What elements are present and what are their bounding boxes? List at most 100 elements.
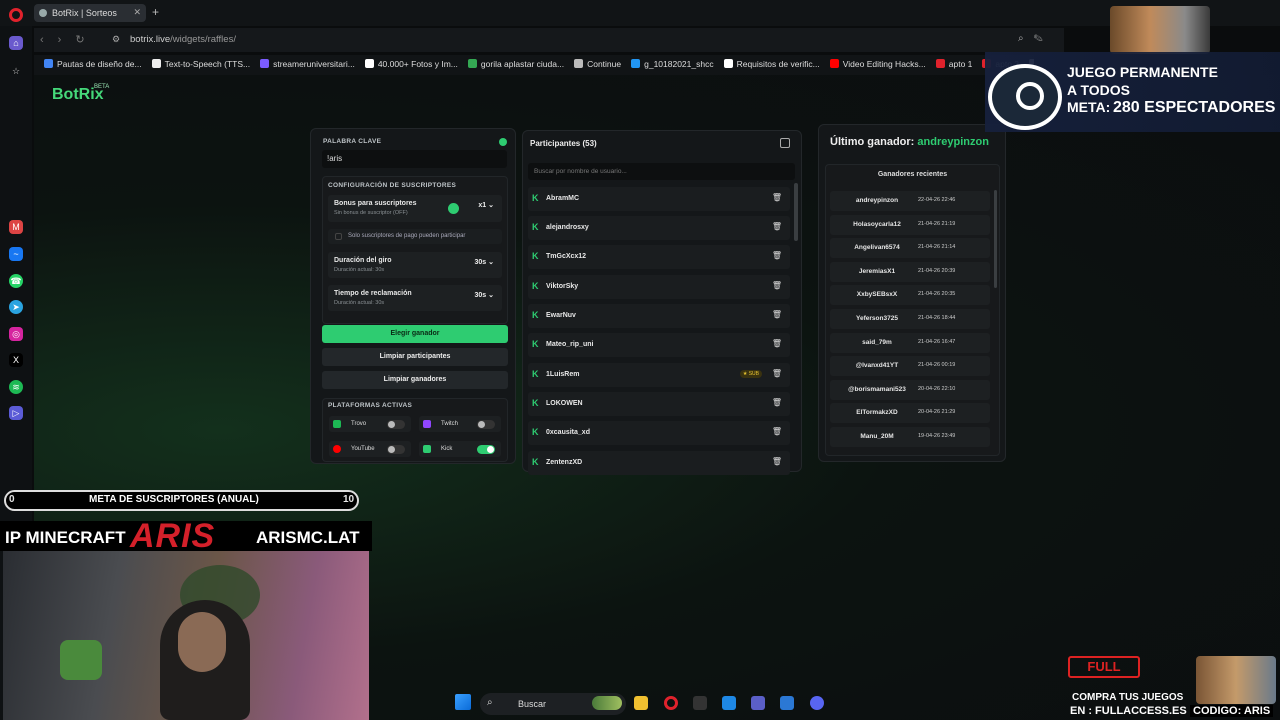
site-info-icon[interactable]: ⚙ xyxy=(112,34,120,45)
platforms-title: PLATAFORMAS ACTIVAS xyxy=(328,402,413,409)
bonus-sub: Sin bonus de suscriptor (OFF) xyxy=(334,210,408,216)
participant-row: K EwarNuv 🗑 xyxy=(528,304,790,328)
paid-only-checkbox[interactable] xyxy=(335,233,342,240)
trash-icon[interactable]: 🗑 xyxy=(772,281,782,290)
bookmark-label: streameruniversitari... xyxy=(273,59,355,69)
x-icon[interactable]: X xyxy=(9,353,23,367)
opera-taskbar-icon[interactable] xyxy=(664,696,678,710)
trash-icon[interactable]: 🗑 xyxy=(772,427,782,436)
beta-badge: BETA xyxy=(94,84,110,90)
bookmark-item[interactable]: apto 1 xyxy=(935,59,972,69)
steam-line-3-value: 280 ESPECTADORES xyxy=(1113,99,1276,116)
nav-buttons[interactable]: ‹›↻ xyxy=(40,33,99,46)
tab-botrix[interactable]: BotRix | Sorteos ✕ xyxy=(34,4,146,22)
participants-scrollbar[interactable] xyxy=(794,183,798,241)
bookmark-item[interactable]: Pautas de diseño de... xyxy=(44,59,142,69)
participant-row: K 1LuisRem ★ SUB 🗑 xyxy=(528,363,790,387)
claim-select[interactable]: 30s ⌄ xyxy=(475,291,495,299)
winner-date: 21-04-26 16:47 xyxy=(918,338,956,345)
recent-winner-row: said_79m 21-04-26 16:47 xyxy=(830,332,990,353)
participant-search-input[interactable]: Buscar por nombre de usuario... xyxy=(528,163,795,180)
trash-icon[interactable]: 🗑 xyxy=(772,398,782,407)
steam-line-3-label: META: xyxy=(1067,99,1111,115)
bookmark-item[interactable]: streameruniversitari... xyxy=(260,59,355,69)
window-app-icon[interactable] xyxy=(722,696,736,710)
file-explorer-icon[interactable] xyxy=(634,696,648,710)
bookmark-label: Requisitos de verific... xyxy=(736,59,820,69)
trash-icon[interactable]: 🗑 xyxy=(772,222,782,231)
kick-icon: K xyxy=(532,369,539,379)
bookmark-item[interactable]: Video Editing Hacks... xyxy=(829,59,926,69)
bookmark-favicon-icon xyxy=(260,59,270,68)
home-icon[interactable]: ⌂ xyxy=(9,36,23,50)
bookmark-favicon-icon xyxy=(467,59,477,68)
trash-icon[interactable]: 🗑 xyxy=(772,193,782,202)
winner-name: andreypinzon xyxy=(855,197,899,204)
copy-icon[interactable] xyxy=(780,138,790,148)
clear-winners-button[interactable]: Limpiar ganadores xyxy=(322,371,508,389)
bookmark-item[interactable]: Requisitos de verific... xyxy=(723,59,820,69)
recent-winners-title: Ganadores recientes xyxy=(877,171,948,178)
spin-title: Duración del giro xyxy=(334,257,392,264)
spotify-icon[interactable]: ≋ xyxy=(9,380,23,394)
botrix-favicon-icon xyxy=(39,9,47,17)
star-icon[interactable]: ☆ xyxy=(9,64,23,78)
store-icon[interactable] xyxy=(780,696,794,710)
url-field[interactable]: botrix.live/widgets/raffles/ xyxy=(130,34,236,45)
address-bar-icons[interactable]: ⌕✎ xyxy=(1018,33,1053,44)
new-tab-button[interactable]: + xyxy=(152,5,159,19)
instagram-icon[interactable]: ◎ xyxy=(9,327,23,341)
last-winner-name: andreypinzon xyxy=(917,136,989,148)
ip-label: IP MINECRAFT xyxy=(5,528,126,547)
participant-name: LOKOWEN xyxy=(546,400,583,407)
trash-icon[interactable]: 🗑 xyxy=(772,310,782,319)
whatsapp-icon[interactable]: ☎ xyxy=(9,274,23,288)
participant-row: K LOKOWEN 🗑 xyxy=(528,392,790,416)
participant-name: Mateo_rip_uni xyxy=(546,341,594,348)
bookmark-item[interactable]: Continue xyxy=(574,59,621,69)
trash-icon[interactable]: 🗑 xyxy=(772,457,782,466)
clear-participants-button[interactable]: Limpiar participantes xyxy=(322,348,508,366)
winners-scrollbar[interactable] xyxy=(994,190,997,288)
search-icon: ⌕ xyxy=(487,697,493,708)
kick-toggle[interactable] xyxy=(477,445,495,454)
app-icon[interactable] xyxy=(693,696,707,710)
keyword-input[interactable]: !aris xyxy=(322,150,507,168)
trash-icon[interactable]: 🗑 xyxy=(772,369,782,378)
opera-logo-icon[interactable] xyxy=(9,8,23,22)
platform-youtube: YouTube xyxy=(329,441,411,457)
trash-icon[interactable]: 🗑 xyxy=(772,251,782,260)
player-icon[interactable]: ▷ xyxy=(9,406,23,420)
messenger-icon[interactable]: ~ xyxy=(9,247,23,261)
promo-line-1: COMPRA TUS JUEGOS xyxy=(1072,692,1184,703)
promo-line-2: EN : FULLACCESS.ES xyxy=(1070,705,1187,717)
bookmark-item[interactable]: 40.000+ Fotos y Im... xyxy=(364,59,458,69)
info-icon[interactable] xyxy=(499,138,507,146)
bookmark-label: g_10182021_shcc xyxy=(644,59,714,69)
bonus-info-icon[interactable] xyxy=(448,203,459,214)
bookmark-item[interactable]: gorila aplastar ciuda... xyxy=(467,59,564,69)
teams-icon[interactable] xyxy=(751,696,765,710)
discord-icon[interactable] xyxy=(810,696,824,710)
trovo-toggle[interactable] xyxy=(387,420,405,429)
kick-icon: K xyxy=(532,339,539,349)
kick-icon: K xyxy=(532,222,539,232)
bonus-select[interactable]: x1 ⌄ xyxy=(478,201,494,209)
recent-winner-row: Yeferson3725 21-04-26 18:44 xyxy=(830,309,990,329)
spin-select[interactable]: 30s ⌄ xyxy=(475,258,495,266)
close-tab-icon[interactable]: ✕ xyxy=(133,7,141,18)
search-highlight-icon[interactable] xyxy=(592,696,622,710)
bookmark-item[interactable]: g_10182021_shcc xyxy=(631,59,714,69)
steam-line-1: JUEGO PERMANENTE xyxy=(1067,64,1218,80)
telegram-icon[interactable]: ➤ xyxy=(9,300,23,314)
trash-icon[interactable]: 🗑 xyxy=(772,339,782,348)
windows-start-icon[interactable] xyxy=(455,694,471,710)
twitch-toggle[interactable] xyxy=(477,420,495,429)
pick-winner-button[interactable]: Elegir ganador xyxy=(322,325,508,343)
youtube-toggle[interactable] xyxy=(387,445,405,454)
gmail-icon[interactable]: M xyxy=(9,220,23,234)
fullaccess-logo: FULL xyxy=(1068,656,1140,678)
bookmark-item[interactable]: Text-to-Speech (TTS... xyxy=(151,59,250,69)
participant-row: K Mateo_rip_uni 🗑 xyxy=(528,333,790,357)
kick-icon: K xyxy=(532,193,539,203)
